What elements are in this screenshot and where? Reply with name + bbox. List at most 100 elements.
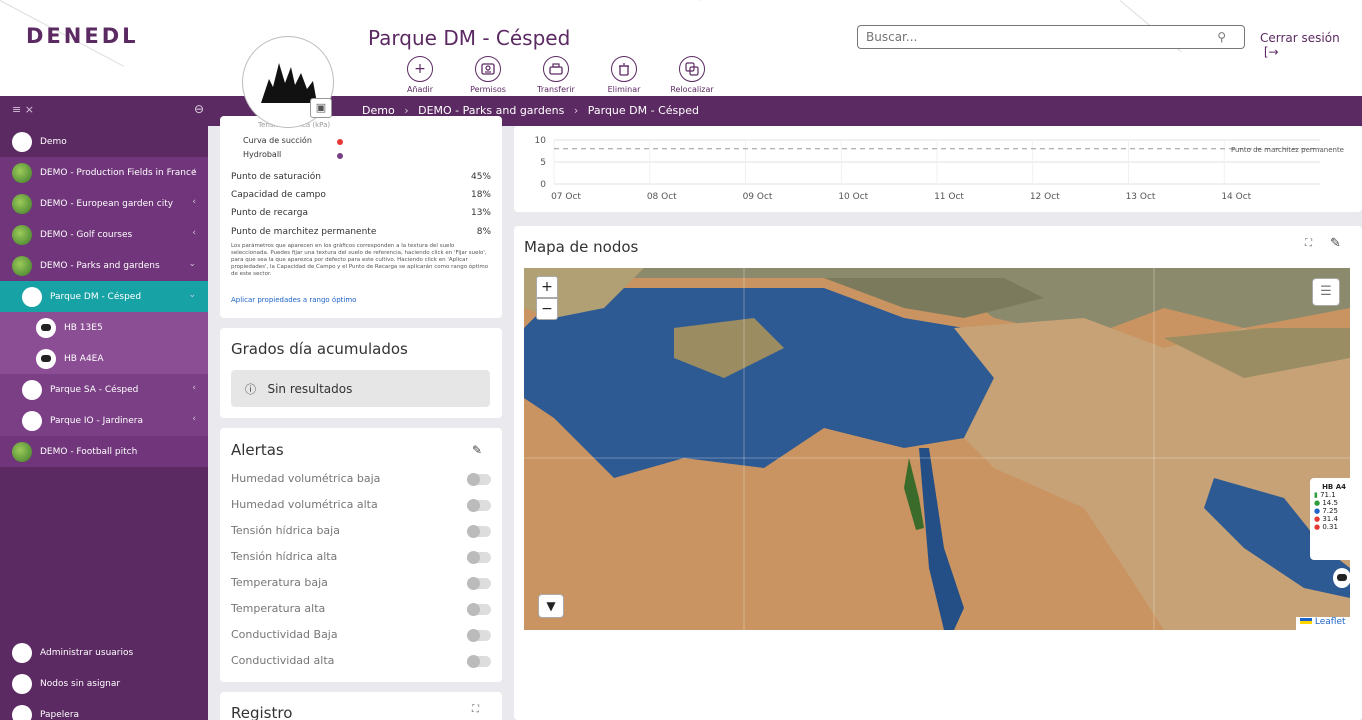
add-button[interactable]: + Añadir: [386, 56, 454, 94]
param-label: Punto de recarga: [231, 208, 308, 218]
sidebar-item-label: DEMO - Football pitch: [40, 446, 138, 457]
trash-link[interactable]: Papelera: [0, 699, 208, 720]
sidebar-item-label: Papelera: [40, 709, 80, 720]
filter-icon[interactable]: ▼: [538, 594, 564, 618]
sidebar-item-label: Nodos sin asignar: [40, 678, 121, 689]
grass-icon: [22, 286, 42, 307]
alert-toggle[interactable]: [467, 655, 491, 668]
y-tick-label: 0: [540, 180, 546, 190]
grass-icon: [22, 379, 42, 400]
sidebar-item-label: DEMO - Parks and gardens: [40, 260, 160, 271]
sidebar-item-label: DEMO - Production Fields in France: [40, 167, 197, 178]
collapse-sidebar-icon[interactable]: ≡ ×: [12, 103, 34, 116]
edit-map-icon[interactable]: ✎: [1330, 236, 1341, 251]
node-map[interactable]: [524, 268, 1350, 630]
layers-icon[interactable]: ☰: [1312, 278, 1340, 306]
transfer-icon: [543, 56, 569, 82]
zoom-out-button[interactable]: −: [536, 298, 558, 320]
sidebar: Demo DEMO - Production Fields in France ‹…: [0, 126, 208, 720]
park-thumbnail-icon: [12, 255, 32, 276]
param-label: Punto de marchitez permanente: [231, 227, 377, 237]
relocate-button[interactable]: Relocalizar: [658, 56, 726, 94]
nodes-icon: [12, 673, 32, 694]
alert-row: Humedad volumétrica alta: [231, 498, 491, 516]
alert-label: Conductividad alta: [231, 654, 335, 667]
add-label: Añadir: [406, 85, 434, 94]
expand-icon[interactable]: ⛶: [472, 704, 479, 715]
sidebar-item-football-pitch[interactable]: DEMO - Football pitch: [0, 436, 208, 467]
sidebar-item-parque-sa[interactable]: Parque SA - Césped ‹: [0, 374, 208, 405]
garden-thumbnail-icon: [12, 193, 32, 214]
alert-label: Tensión hídrica alta: [231, 550, 338, 563]
param-value: 45%: [470, 172, 491, 182]
alert-toggle[interactable]: [467, 525, 491, 538]
x-tick-label: 10 Oct: [838, 192, 868, 202]
param-field-capacity: Capacidad de campo 18%: [231, 190, 491, 200]
minus-circle-icon[interactable]: ⊖: [194, 102, 204, 116]
transfer-button[interactable]: Transferir: [522, 56, 590, 94]
alert-toggle[interactable]: [467, 603, 491, 616]
legend-label: Curva de succión: [243, 136, 312, 145]
action-toolbar: + Añadir Permisos Transferir Eliminar Re…: [386, 56, 726, 94]
alert-row: Conductividad Baja: [231, 628, 491, 646]
node-marker-icon[interactable]: [1333, 568, 1351, 588]
param-label: Punto de saturación: [231, 172, 321, 182]
delete-button[interactable]: Eliminar: [590, 56, 658, 94]
x-tick-label: 12 Oct: [1030, 192, 1060, 202]
fullscreen-icon[interactable]: ⛶: [1305, 238, 1312, 249]
sidebar-item-label: DEMO - European garden city: [40, 198, 174, 209]
alert-toggle[interactable]: [467, 473, 491, 486]
admin-users-link[interactable]: Administrar usuarios: [0, 637, 208, 668]
page-title: Parque DM - Césped: [368, 26, 571, 50]
logout-link[interactable]: Cerrar sesión [→: [1260, 31, 1362, 59]
unassigned-nodes-link[interactable]: Nodos sin asignar: [0, 668, 208, 699]
sidebar-item-label: Administrar usuarios: [40, 647, 134, 658]
brand-logo[interactable]: DENEDL: [26, 24, 139, 48]
attribution-link[interactable]: Leaflet: [1296, 617, 1350, 630]
alert-toggle[interactable]: [467, 577, 491, 590]
alert-label: Humedad volumétrica alta: [231, 498, 378, 511]
sidebar-item-parque-dm[interactable]: Parque DM - Césped ⌄: [0, 281, 208, 312]
permissions-icon: [475, 56, 501, 82]
alert-toggle[interactable]: [467, 629, 491, 642]
legend-hydroball: Hydroball: [231, 150, 491, 159]
search-input[interactable]: [858, 26, 1198, 48]
alerts-title: Alertas: [231, 441, 284, 459]
empty-result-label: Sin resultados: [267, 382, 353, 396]
camera-icon[interactable]: ▣: [310, 98, 332, 118]
moisture-chart: 0 5 10 07 Oct 08 Oct 09 Oct 10 Oct 11 Oct 12 Oct…: [535, 136, 1344, 202]
registro-title: Registro: [231, 704, 293, 720]
alert-toggle[interactable]: [467, 499, 491, 512]
sidebar-item-european-garden[interactable]: DEMO - European garden city ‹: [0, 188, 208, 219]
sidebar-item-parque-io[interactable]: Parque IO - Jardinera ‹: [0, 405, 208, 436]
sidebar-item-hb-13e5[interactable]: HB 13E5: [0, 312, 208, 343]
chevron-down-icon: ⌄: [188, 290, 196, 300]
edit-alerts-icon[interactable]: ✎: [472, 443, 482, 457]
sidebar-item-label: HB 13E5: [64, 322, 103, 333]
sidebar-item-production-fields[interactable]: DEMO - Production Fields in France ‹: [0, 157, 208, 188]
sidebar-item-label: DEMO - Golf courses: [40, 229, 133, 240]
popup-value-row: ● 0.31: [1314, 523, 1350, 531]
permissions-button[interactable]: Permisos: [454, 56, 522, 94]
search-icon[interactable]: ⚲: [1217, 30, 1226, 44]
sidebar-item-demo[interactable]: Demo: [0, 126, 208, 157]
param-label: Capacidad de campo: [231, 190, 326, 200]
zoom-in-button[interactable]: +: [536, 276, 558, 298]
alert-row: Tensión hídrica alta: [231, 550, 491, 568]
logout-label: Cerrar sesión: [1260, 31, 1340, 45]
alert-toggle[interactable]: [467, 551, 491, 564]
pitch-thumbnail-icon: [12, 441, 32, 462]
delete-label: Eliminar: [607, 85, 641, 94]
temperature-icon: ●: [1314, 507, 1321, 515]
node-popup[interactable]: HB A4 ▮ 71.1 ● 14.5 ● 7.25 ● 31.4 ● 0.31: [1310, 478, 1350, 560]
popup-value: 7.25: [1322, 507, 1338, 515]
chevron-left-icon: ‹: [192, 383, 196, 393]
x-tick-label: 14 Oct: [1221, 192, 1251, 202]
apply-properties-link[interactable]: Aplicar propiedades a rango óptimo: [231, 296, 356, 304]
sidebar-item-golf-courses[interactable]: DEMO - Golf courses ‹: [0, 219, 208, 250]
popup-value-row: ● 31.4: [1314, 515, 1350, 523]
relocate-label: Relocalizar: [670, 85, 714, 94]
sidebar-item-parks-gardens[interactable]: DEMO - Parks and gardens ⌄: [0, 250, 208, 281]
breadcrumb-separator: ›: [573, 104, 579, 117]
sidebar-item-hb-a4ea[interactable]: HB A4EA: [0, 343, 208, 374]
